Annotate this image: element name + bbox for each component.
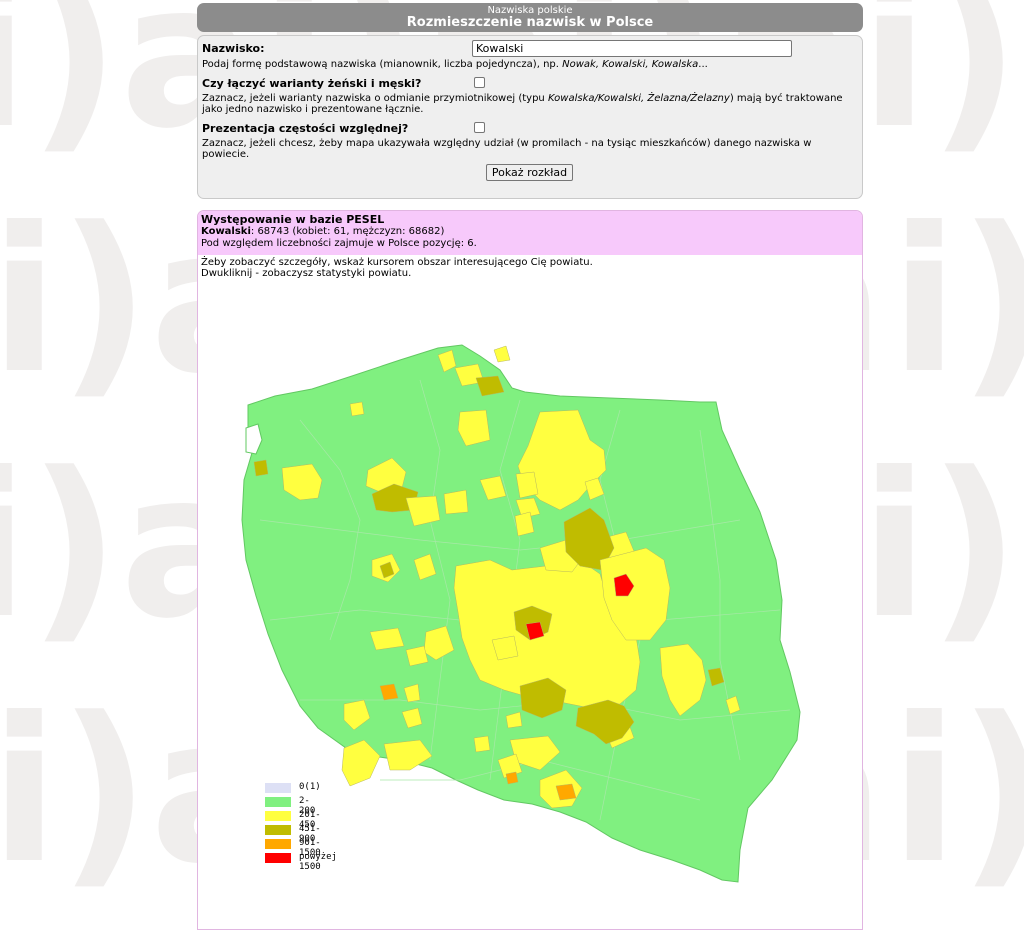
powiat-region[interactable] (349, 401, 365, 417)
powiat-region[interactable] (505, 771, 519, 785)
powiat-region[interactable] (493, 345, 511, 363)
legend-label: powyżej 1500 (299, 852, 337, 872)
powiat-region[interactable] (369, 627, 405, 651)
legend-swatch (265, 825, 291, 835)
legend-label: 0(1) (299, 782, 321, 792)
powiat-region[interactable] (473, 735, 491, 753)
powiat-region[interactable] (253, 459, 269, 477)
legend-swatch (265, 853, 291, 863)
legend-swatch (265, 797, 291, 807)
legend-swatch (265, 811, 291, 821)
legend-swatch (265, 839, 291, 849)
poland-map[interactable] (0, 0, 1024, 925)
legend-swatch (265, 783, 291, 793)
powiat-region[interactable] (515, 471, 539, 499)
powiat-region[interactable] (443, 489, 469, 515)
